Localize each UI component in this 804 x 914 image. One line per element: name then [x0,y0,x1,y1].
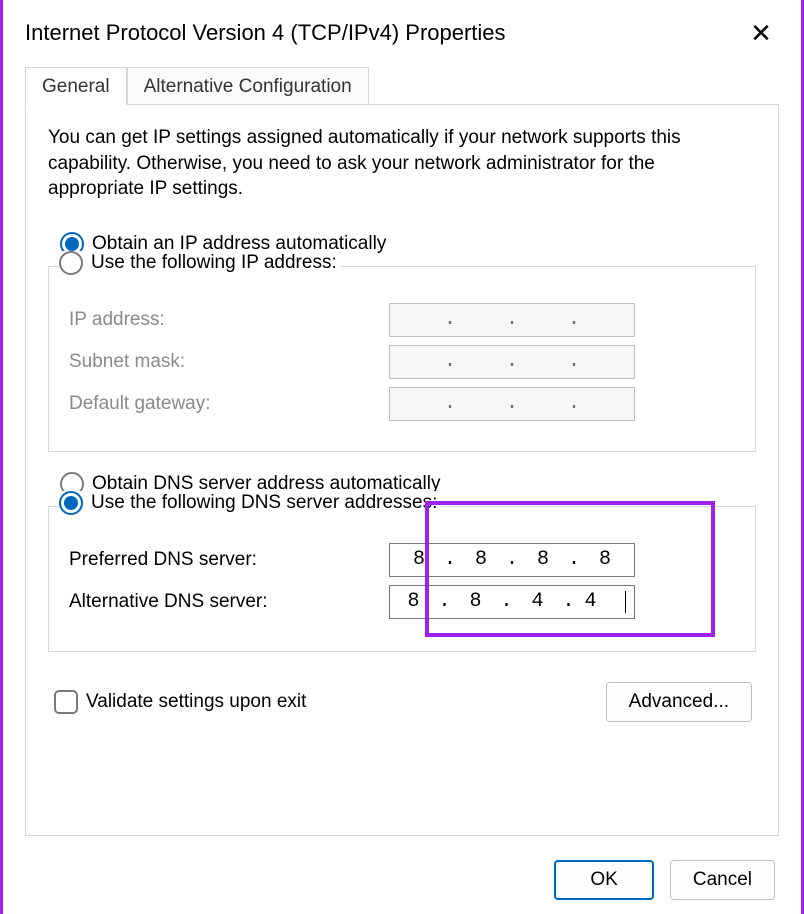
validate-checkbox-label: Validate settings upon exit [86,691,306,713]
ip-address-label: IP address: [69,309,389,331]
ip-address-input: . . . [389,303,635,337]
radio-ip-manual-label: Use the following IP address: [91,252,337,274]
button-bar: OK Cancel [3,846,801,914]
radio-ip-manual[interactable] [59,251,83,275]
dialog-title: Internet Protocol Version 4 (TCP/IPv4) P… [25,20,506,46]
dialog-window: Internet Protocol Version 4 (TCP/IPv4) P… [3,0,801,914]
field-row-preferred-dns: Preferred DNS server: 8. 8. 8. 8 [69,543,735,577]
preferred-dns-input[interactable]: 8. 8. 8. 8 [389,543,635,577]
tab-alternative-configuration[interactable]: Alternative Configuration [127,67,369,104]
radio-dns-manual-label: Use the following DNS server addresses: [91,492,437,514]
tab-region: General Alternative Configuration You ca… [3,60,801,846]
validate-checkbox[interactable] [54,690,78,714]
tab-general[interactable]: General [25,67,127,105]
advanced-button[interactable]: Advanced... [606,682,752,722]
field-row-subnet: Subnet mask: . . . [69,345,735,379]
gateway-label: Default gateway: [69,393,389,415]
preferred-dns-label: Preferred DNS server: [69,549,389,571]
field-row-alternate-dns: Alternative DNS server: 8. 8. 4. 4 [69,585,735,619]
titlebar: Internet Protocol Version 4 (TCP/IPv4) P… [3,0,801,60]
cancel-button[interactable]: Cancel [670,860,775,900]
alternate-dns-label: Alternative DNS server: [69,591,389,613]
bottom-row: Validate settings upon exit Advanced... [48,676,756,722]
alternate-dns-input[interactable]: 8. 8. 4. 4 [389,585,635,619]
subnet-input: . . . [389,345,635,379]
tab-row: General Alternative Configuration [25,60,779,104]
radio-row-dns-manual[interactable]: Use the following DNS server addresses: [59,491,441,515]
validate-checkbox-row[interactable]: Validate settings upon exit [54,690,306,714]
tab-panel-general: You can get IP settings assigned automat… [25,104,779,836]
radio-dns-manual[interactable] [59,491,83,515]
panel-description: You can get IP settings assigned automat… [48,125,756,202]
ok-button[interactable]: OK [554,860,653,900]
gateway-input: . . . [389,387,635,421]
field-row-gateway: Default gateway: . . . [69,387,735,421]
close-icon[interactable]: ✕ [741,18,781,49]
text-caret [625,591,626,613]
radio-row-ip-manual[interactable]: Use the following IP address: [59,251,341,275]
subnet-label: Subnet mask: [69,351,389,373]
field-row-ip-address: IP address: . . . [69,303,735,337]
groupbox-dns-manual: Use the following DNS server addresses: … [48,506,756,652]
groupbox-ip-manual: Use the following IP address: IP address… [48,266,756,452]
